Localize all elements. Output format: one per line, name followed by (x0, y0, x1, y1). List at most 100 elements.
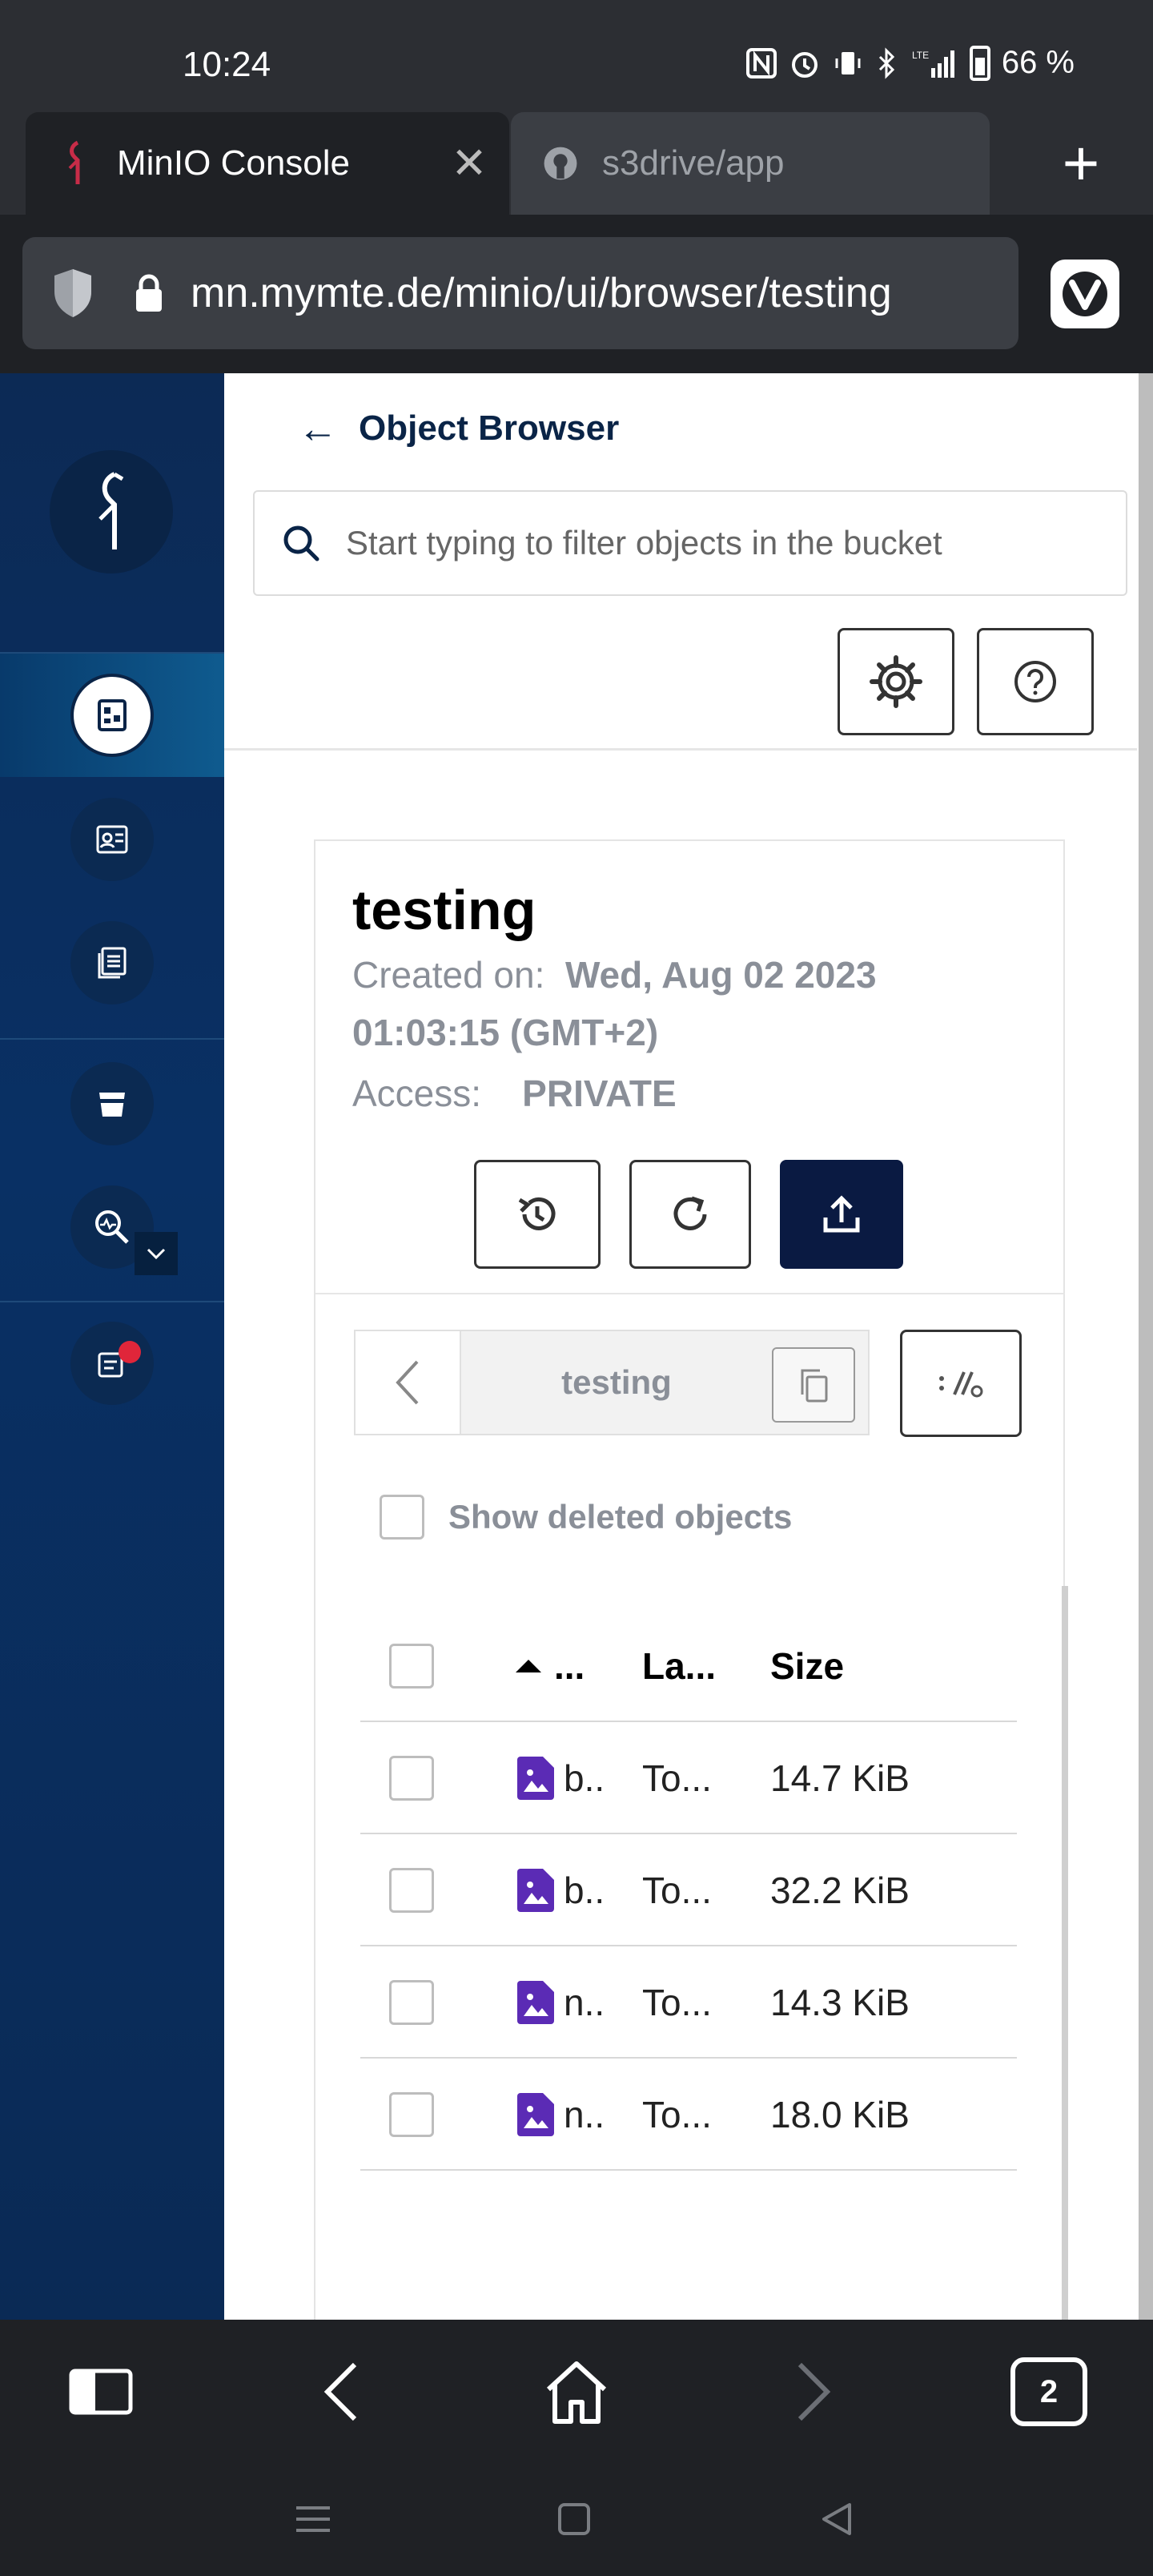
header-separator (224, 748, 1137, 751)
web-page: ← Object Browser testing Created on: Wed… (0, 373, 1153, 2320)
github-icon (543, 139, 578, 187)
search-icon (283, 525, 319, 561)
created-on-line-2: 01:03:15 (GMT+2) (352, 1011, 658, 1054)
table-row[interactable]: n.. To... 14.3 KiB (360, 1946, 1017, 2059)
column-name[interactable]: ... (512, 1610, 585, 1722)
column-last-modified[interactable]: La... (642, 1610, 716, 1722)
back-to-object-browser[interactable]: ← Object Browser (298, 405, 619, 452)
tab-minio-console[interactable]: MinIO Console ✕ (26, 112, 509, 215)
system-back-button[interactable] (809, 2491, 865, 2547)
panel-icon (69, 2369, 133, 2415)
show-deleted-checkbox[interactable] (380, 1495, 424, 1540)
upload-icon (823, 1195, 860, 1233)
chevron-right-icon (797, 2362, 831, 2421)
show-deleted-objects-toggle[interactable]: Show deleted objects (380, 1495, 792, 1540)
page-scrollbar[interactable] (1139, 373, 1153, 2320)
objects-table: ... La... Size b.. To... 14.7 KiB b.. To… (360, 1610, 1017, 2171)
table-row[interactable]: n.. To... 18.0 KiB (360, 2059, 1017, 2171)
access-label: Access: (352, 1073, 482, 1114)
home-icon (546, 2361, 607, 2424)
column-size[interactable]: Size (770, 1610, 844, 1722)
vibrate-icon (832, 47, 864, 79)
minio-logo-icon[interactable] (50, 450, 173, 574)
row-size: 14.3 KiB (770, 1982, 910, 2023)
table-row[interactable]: b.. To... 14.7 KiB (360, 1722, 1017, 1834)
vivaldi-menu-icon[interactable] (1051, 260, 1119, 328)
row-last-modified: To... (642, 1757, 712, 1799)
bluetooth-icon (875, 46, 899, 79)
row-checkbox[interactable] (389, 2092, 434, 2137)
chevron-down-icon[interactable] (135, 1232, 178, 1275)
tab-count: 2 (1039, 2373, 1059, 2409)
browser-bottom-bar: 2 (0, 2320, 1153, 2459)
sidebar-item-buckets[interactable] (70, 1062, 154, 1145)
help-button[interactable] (977, 628, 1094, 735)
lock-icon (133, 273, 165, 313)
image-file-icon (517, 2093, 554, 2136)
sidebar-divider (0, 1038, 224, 1040)
address-bar[interactable]: mn.mymte.de/minio/ui/browser/testing (22, 237, 1018, 349)
sidebar-item-access-keys[interactable] (70, 798, 154, 881)
back-button[interactable] (301, 2352, 381, 2432)
search-input[interactable] (346, 524, 1115, 562)
bucket-panel: testing Created on: Wed, Aug 02 2023 01:… (314, 839, 1068, 2320)
system-navigation-bar (0, 2459, 1153, 2576)
shield-icon[interactable] (51, 266, 94, 320)
home-button[interactable] (536, 2352, 617, 2432)
table-header: ... La... Size (360, 1610, 1017, 1722)
status-time: 10:24 (183, 45, 271, 84)
created-on-line: Created on: Wed, Aug 02 2023 (352, 953, 877, 996)
settings-button[interactable] (838, 628, 954, 735)
alarm-icon (789, 47, 821, 79)
table-row[interactable]: b.. To... 32.2 KiB (360, 1834, 1017, 1946)
image-file-icon (517, 1869, 554, 1912)
row-name: b.. (517, 1722, 605, 1834)
tab-switcher-button[interactable]: 2 (1009, 2352, 1089, 2432)
row-last-modified: To... (642, 2094, 712, 2135)
tab-title: s3drive/app (602, 143, 785, 183)
chevron-left-icon (396, 1360, 419, 1405)
status-bar: 10:24 LTE 66 % (0, 0, 1153, 112)
row-size: 32.2 KiB (770, 1870, 910, 1911)
recent-apps-button[interactable] (285, 2491, 341, 2547)
table-scrollbar[interactable] (1062, 1586, 1068, 2320)
upload-button[interactable] (780, 1160, 903, 1269)
gear-icon (870, 655, 922, 708)
path-icon (939, 1371, 983, 1398)
panel-toggle-button[interactable] (61, 2352, 141, 2432)
select-all-checkbox[interactable] (389, 1644, 434, 1688)
row-checkbox[interactable] (389, 1868, 434, 1913)
copy-path-button[interactable] (772, 1347, 855, 1423)
refresh-icon (673, 1196, 707, 1230)
refresh-button[interactable] (629, 1160, 751, 1269)
created-value: Wed, Aug 02 2023 (564, 954, 877, 996)
sidebar (0, 373, 224, 2320)
tab-title: MinIO Console (117, 143, 351, 183)
breadcrumb-back-button[interactable] (356, 1331, 461, 1434)
main-content: ← Object Browser testing Created on: Wed… (224, 373, 1137, 2320)
system-home-button[interactable] (546, 2491, 602, 2547)
nfc-icon (745, 47, 777, 79)
image-file-icon (517, 1757, 554, 1800)
triangle-back-icon (822, 2503, 851, 2535)
signal-icon: LTE (910, 47, 958, 79)
go-to-path-button[interactable] (900, 1330, 1022, 1437)
sidebar-item-documentation[interactable] (70, 921, 154, 1004)
forward-button[interactable] (773, 2352, 854, 2432)
battery-icon (969, 45, 990, 81)
arrow-left-icon: ← (298, 406, 338, 451)
new-tab-button[interactable]: + (1033, 131, 1129, 195)
sort-ascending-icon (516, 1660, 541, 1672)
battery-level: 66 % (1001, 45, 1075, 80)
close-tab-icon[interactable]: ✕ (445, 139, 493, 187)
rewind-button[interactable] (474, 1160, 601, 1269)
url-text: mn.mymte.de/minio/ui/browser/testing (191, 270, 892, 316)
row-name: n.. (517, 2059, 605, 2171)
sidebar-item-object-browser[interactable] (70, 674, 154, 757)
row-checkbox[interactable] (389, 1980, 434, 2025)
sidebar-item-license[interactable] (70, 1322, 154, 1405)
row-checkbox[interactable] (389, 1756, 434, 1801)
browser-tab-strip: MinIO Console ✕ s3drive/app + (0, 112, 1153, 215)
access-value: PRIVATE (522, 1073, 677, 1114)
tab-s3drive-app[interactable]: s3drive/app (511, 112, 990, 215)
